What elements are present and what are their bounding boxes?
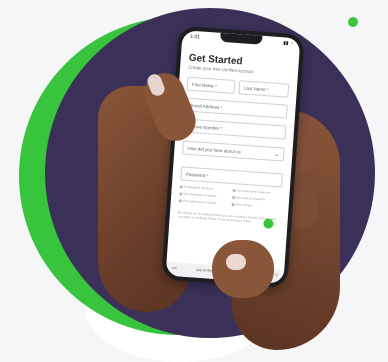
text-size-button[interactable]: AA: [172, 266, 177, 270]
rule-check-icon: [179, 191, 183, 196]
status-icons: ▮▮ ◔: [282, 40, 294, 47]
first-name-field[interactable]: First Name *: [186, 76, 236, 94]
rule-text: One number: [235, 202, 253, 208]
password-field[interactable]: Password *: [180, 166, 283, 188]
form-subtitle: Create your free Verified account: [187, 64, 254, 75]
password-rule: One special character: [232, 195, 283, 203]
password-rule: One uppercase character: [178, 198, 230, 206]
phone-field[interactable]: Phone Number *: [183, 118, 287, 140]
password-rule: 100 characters maximum: [232, 188, 284, 196]
rule-check-icon: [179, 184, 183, 189]
password-rule: One number: [231, 202, 283, 210]
status-time: 1:01: [190, 33, 201, 41]
rule-text: 8 characters minimum: [183, 184, 214, 191]
last-name-label: Last Name *: [243, 85, 269, 93]
password-rule: 8 characters minimum: [179, 184, 231, 192]
rule-text: One uppercase character: [182, 198, 217, 205]
email-label: Email Address *: [190, 102, 223, 111]
rule-text: One lowercase character: [183, 191, 217, 198]
rule-check-icon: [178, 198, 182, 203]
password-label: Password *: [185, 171, 209, 179]
referral-label: How did you hear about us: [187, 145, 242, 155]
right-thumb: [212, 240, 274, 298]
email-field[interactable]: Email Address *: [185, 97, 288, 119]
phone-notch: [220, 32, 263, 45]
rule-text: 100 characters maximum: [236, 188, 271, 195]
referral-select[interactable]: How did you hear about us ⌄: [182, 140, 285, 162]
last-name-field[interactable]: Last Name *: [238, 80, 290, 98]
right-thumbnail: [226, 254, 246, 270]
password-rules: 8 characters minimum 100 characters maxi…: [178, 184, 284, 210]
reload-icon[interactable]: ↻: [275, 273, 278, 277]
chat-button[interactable]: [263, 218, 274, 229]
chevron-down-icon: ⌄: [274, 151, 280, 159]
green-dot-decoration: [348, 17, 358, 27]
rule-check-icon: [232, 188, 236, 192]
hero-illustration: 1:01 ▮▮ ◔ Get Started Create your free V…: [0, 0, 388, 362]
rule-text: One special character: [236, 195, 266, 202]
first-name-label: First Name *: [191, 81, 218, 89]
password-rule: One lowercase character: [179, 191, 230, 199]
rule-check-icon: [231, 202, 235, 206]
rule-check-icon: [232, 195, 236, 199]
